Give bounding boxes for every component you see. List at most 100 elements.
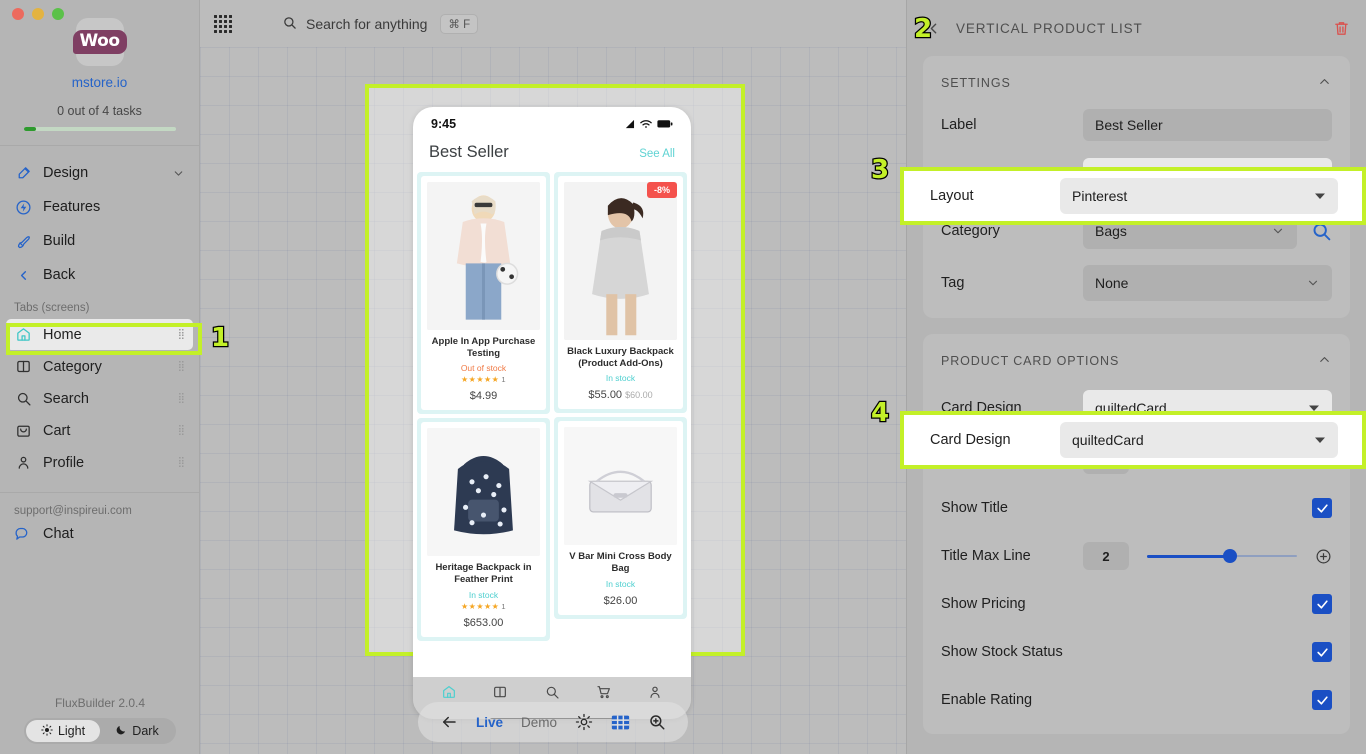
highlight-card-design-value: quiltedCard [1072, 432, 1144, 448]
search-icon [282, 15, 297, 33]
store-name-link[interactable]: mstore.io [0, 75, 199, 90]
section-title: Best Seller [429, 143, 509, 162]
drag-handle-icon[interactable]: ⣿ [178, 364, 185, 369]
theme-toggle[interactable]: Light Dark [24, 718, 176, 744]
chevron-down-icon[interactable] [1271, 224, 1285, 238]
sidebar-item-category[interactable]: Category ⣿ [6, 351, 193, 382]
rating-stars: ★★★★★ [461, 602, 499, 611]
minimize-window-button[interactable] [32, 8, 44, 20]
product-card[interactable]: Heritage Backpack in Feather Print In st… [417, 418, 550, 640]
tag-select-value: None [1095, 275, 1128, 291]
product-photo-grey-dress [564, 182, 677, 340]
rocket-icon [14, 232, 32, 250]
product-title: V Bar Mini Cross Body Bag [564, 551, 677, 575]
zoom-in-icon[interactable] [648, 713, 666, 731]
row-show-pricing: Show Pricing [923, 580, 1350, 628]
app-version: FluxBuilder 2.0.4 [0, 696, 200, 710]
product-card[interactable]: V Bar Mini Cross Body Bag In stock $26.0… [554, 417, 687, 618]
chat-button[interactable]: Chat [0, 523, 199, 544]
grid-apps-icon[interactable] [214, 15, 232, 33]
product-card-options-header[interactable]: PRODUCT CARD OPTIONS [923, 340, 1350, 380]
sidebar-item-build[interactable]: Build [0, 224, 199, 258]
tabbar-cart-icon[interactable] [596, 684, 612, 700]
tabbar-profile-icon[interactable] [647, 684, 663, 700]
settings-card-header[interactable]: SETTINGS [923, 62, 1350, 102]
tabbar-home-icon[interactable] [441, 684, 457, 700]
see-all-link[interactable]: See All [639, 148, 675, 160]
sidebar-item-features[interactable]: Features [0, 190, 199, 224]
theme-option-dark[interactable]: Dark [100, 720, 174, 742]
enable-rating-checkbox[interactable] [1312, 690, 1332, 710]
moon-icon [115, 724, 127, 739]
tabbar-search-icon[interactable] [544, 684, 560, 700]
label-input[interactable]: Best Seller [1083, 109, 1332, 141]
search-input[interactable]: Search for anything [306, 16, 427, 32]
maximize-window-button[interactable] [52, 8, 64, 20]
arrow-left-icon[interactable] [440, 713, 458, 731]
product-card[interactable]: Apple In App Purchase Testing Out of sto… [417, 172, 550, 414]
label-input-value: Best Seller [1095, 117, 1163, 133]
product-card-inner: Apple In App Purchase Testing Out of sto… [421, 176, 546, 410]
search-icon [14, 390, 32, 408]
row-label: Category [941, 223, 1071, 239]
product-grid: Apple In App Purchase Testing Out of sto… [413, 172, 691, 641]
show-stock-status-checkbox[interactable] [1312, 642, 1332, 662]
sidebar-item-cart[interactable]: Cart ⣿ [6, 415, 193, 446]
product-card-inner: V Bar Mini Cross Body Bag In stock $26.0… [558, 421, 683, 614]
row-label: Show Title [941, 500, 1300, 516]
show-title-checkbox[interactable] [1312, 498, 1332, 518]
woocommerce-logo: Woo [76, 18, 124, 66]
grid-table-icon[interactable] [611, 714, 630, 731]
slider-thumb[interactable] [1223, 549, 1237, 563]
highlight-layout-value: Pinterest [1072, 188, 1127, 204]
sidebar-item-label: Features [43, 199, 100, 215]
highlight-layout-select[interactable]: Pinterest [1060, 178, 1338, 214]
slider-track-fill [1147, 555, 1230, 558]
mode-demo-button[interactable]: Demo [521, 715, 557, 730]
sun-icon [41, 724, 53, 739]
product-column-right: -8% [554, 172, 687, 641]
product-price: $26.00 [564, 595, 677, 607]
product-stock-status: Out of stock [427, 363, 540, 373]
chevron-down-icon[interactable] [1314, 434, 1326, 446]
plus-circle-icon[interactable] [1315, 548, 1332, 565]
drag-handle-icon[interactable]: ⣿ [178, 428, 185, 433]
title-max-line-value[interactable]: 2 [1083, 542, 1129, 570]
trash-icon[interactable] [1333, 20, 1350, 37]
product-rating: ★★★★★1 [427, 602, 540, 611]
row-show-title: Show Title [923, 484, 1350, 532]
show-pricing-checkbox[interactable] [1312, 594, 1332, 614]
global-search[interactable]: Search for anything ⌘ F [246, 14, 478, 34]
chevron-down-icon[interactable] [1306, 276, 1320, 290]
product-card-options-heading: PRODUCT CARD OPTIONS [941, 354, 1119, 368]
design-canvas[interactable]: 9:45 Best Seller See All [200, 47, 906, 754]
bolt-circle-icon [14, 198, 32, 216]
sidebar-item-back[interactable]: Back [0, 258, 199, 292]
product-stock-status: In stock [427, 590, 540, 600]
product-card[interactable]: -8% [554, 172, 687, 413]
title-max-line-slider[interactable] [1147, 547, 1297, 565]
annotation-number-2: 2 [914, 14, 932, 44]
highlight-card-design-select[interactable]: quiltedCard [1060, 422, 1338, 458]
tabbar-category-icon[interactable] [492, 684, 508, 700]
mode-live-button[interactable]: Live [476, 715, 503, 730]
sidebar-item-design[interactable]: Design [0, 156, 199, 190]
chevron-down-icon[interactable] [1314, 190, 1326, 202]
chevron-up-icon[interactable] [1317, 352, 1332, 370]
theme-option-light[interactable]: Light [26, 720, 100, 742]
chevron-down-icon[interactable] [172, 167, 185, 180]
close-window-button[interactable] [12, 8, 24, 20]
section-header: Best Seller See All [413, 135, 691, 172]
cart-icon [14, 422, 32, 440]
tag-select[interactable]: None [1083, 265, 1332, 301]
sun-icon[interactable] [575, 713, 593, 731]
highlight-layout-label: Layout [930, 188, 1060, 204]
row-label: Tag [941, 275, 1071, 291]
drag-handle-icon[interactable]: ⣿ [178, 396, 185, 401]
product-card-options-card: PRODUCT CARD OPTIONS Card Design quilted… [923, 334, 1350, 734]
sidebar-item-search[interactable]: Search ⣿ [6, 383, 193, 414]
product-photo-backpack [427, 428, 540, 556]
drag-handle-icon[interactable]: ⣿ [178, 460, 185, 465]
sidebar-item-profile[interactable]: Profile ⣿ [6, 447, 193, 478]
chevron-up-icon[interactable] [1317, 74, 1332, 92]
